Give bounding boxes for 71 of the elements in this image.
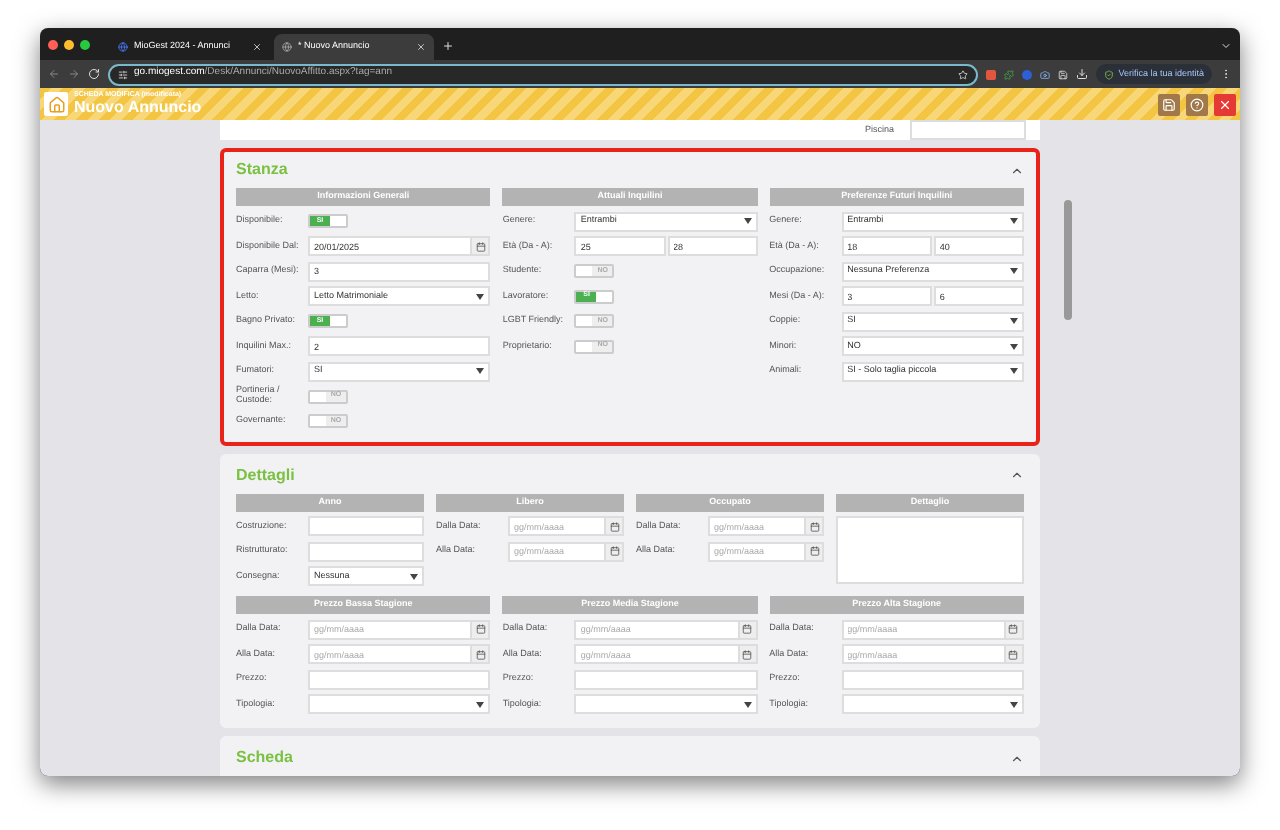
calendar-icon <box>1008 649 1019 659</box>
calendar-button[interactable] <box>472 236 491 256</box>
extension-icon[interactable] <box>986 69 997 79</box>
calendar-button[interactable] <box>606 516 624 536</box>
caret-icon <box>1009 318 1018 324</box>
scrollbar[interactable] <box>1064 200 1072 320</box>
reload-icon[interactable] <box>88 68 100 80</box>
home-icon <box>47 95 65 113</box>
collapse-icon[interactable] <box>1010 468 1024 482</box>
calendar-icon <box>1008 624 1019 634</box>
download-icon[interactable] <box>1076 68 1089 80</box>
close-button[interactable] <box>1214 93 1236 115</box>
text-field[interactable] <box>308 669 491 689</box>
text-field[interactable] <box>308 541 424 561</box>
caret-icon <box>476 701 485 707</box>
shield-icon <box>1104 69 1115 79</box>
tab-list-icon[interactable] <box>1220 40 1232 52</box>
save-icon <box>1162 97 1176 111</box>
site-settings-icon <box>118 69 128 79</box>
collapse-icon[interactable] <box>1010 751 1024 765</box>
extension-icon[interactable] <box>1004 69 1015 79</box>
close-icon <box>1218 97 1232 111</box>
calendar-icon <box>809 546 819 556</box>
bookmark-star-icon[interactable] <box>958 69 969 79</box>
calendar-button[interactable] <box>472 619 491 639</box>
calendar-icon <box>809 521 819 531</box>
forward-icon[interactable] <box>68 68 80 80</box>
calendar-button[interactable] <box>739 619 758 639</box>
calendar-button[interactable] <box>606 541 624 561</box>
section-title: Stanza <box>236 158 288 182</box>
calendar-icon <box>609 546 619 556</box>
caret-icon <box>476 368 485 374</box>
help-button[interactable] <box>1186 93 1208 115</box>
page-title: Nuovo Annuncio <box>74 99 202 116</box>
home-button[interactable] <box>44 92 68 116</box>
maximize-window-icon[interactable] <box>80 40 90 50</box>
calendar-icon <box>609 521 619 531</box>
help-icon <box>1190 97 1204 111</box>
calendar-button[interactable] <box>472 644 491 664</box>
calendar-icon <box>742 624 753 634</box>
caret-icon <box>1009 268 1018 274</box>
extension-icon[interactable] <box>1040 69 1051 79</box>
text-field[interactable] <box>910 120 1026 140</box>
text-field[interactable] <box>308 516 424 536</box>
save-button[interactable] <box>1158 93 1180 115</box>
calendar-icon <box>475 624 486 634</box>
new-tab-icon[interactable] <box>442 40 454 52</box>
caret-icon <box>743 218 752 224</box>
caret-icon <box>1009 368 1018 374</box>
globe-icon <box>118 42 128 52</box>
section-title: Dettagli <box>236 463 295 487</box>
caret-icon <box>476 293 485 299</box>
text-field[interactable] <box>841 669 1024 689</box>
section-title: Scheda <box>236 746 293 770</box>
calendar-icon <box>475 649 486 659</box>
caret-icon <box>410 573 418 579</box>
caret-icon <box>1009 343 1018 349</box>
caret-icon <box>1009 218 1018 224</box>
text-field[interactable] <box>574 669 758 689</box>
caret-icon <box>1009 701 1018 707</box>
globe-icon <box>282 42 292 52</box>
calendar-button[interactable] <box>806 516 824 536</box>
collapse-icon[interactable] <box>1010 163 1024 177</box>
minimize-window-icon[interactable] <box>64 40 74 50</box>
back-icon[interactable] <box>48 68 60 80</box>
calendar-icon <box>742 649 753 659</box>
caret-icon <box>743 701 752 707</box>
calendar-button[interactable] <box>1005 619 1024 639</box>
calendar-button[interactable] <box>806 541 824 561</box>
calendar-icon <box>475 241 486 251</box>
close-window-icon[interactable] <box>48 40 58 50</box>
